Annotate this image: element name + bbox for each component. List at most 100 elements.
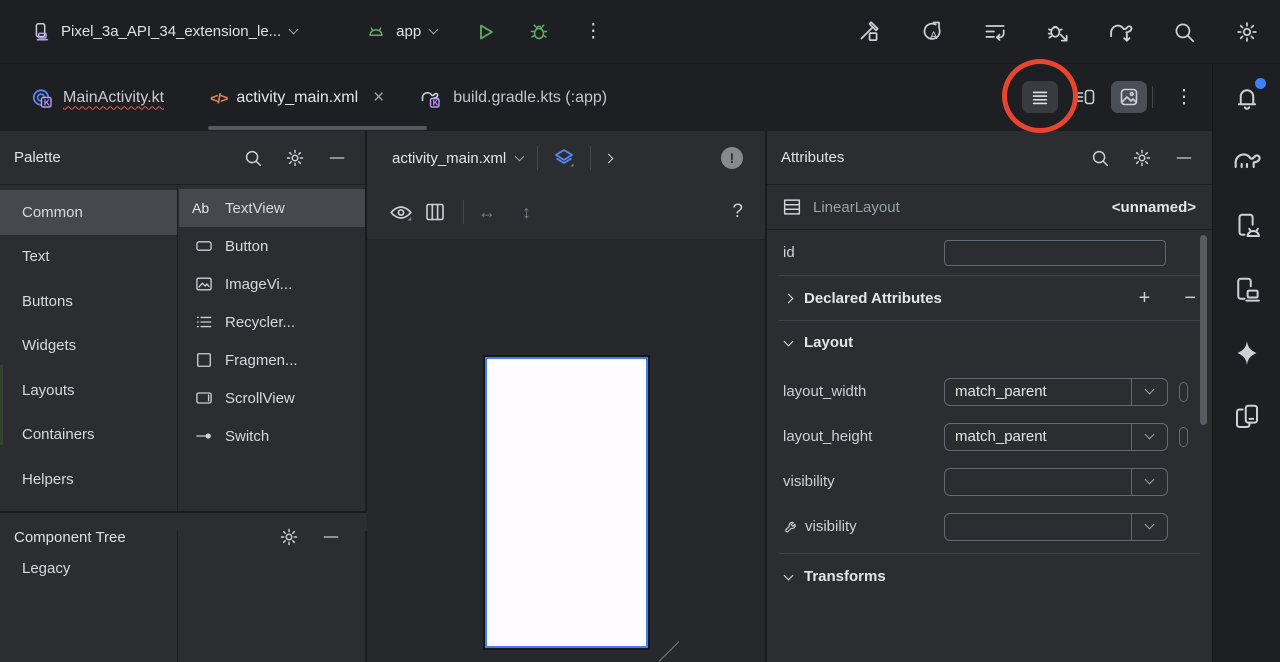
layout-section[interactable]: Layout bbox=[767, 321, 1212, 363]
search-everywhere-button[interactable] bbox=[1170, 18, 1198, 46]
palette-category-list: Common Text Buttons Widgets Layouts Cont… bbox=[0, 186, 178, 662]
palette-category-legacy[interactable]: Legacy bbox=[0, 546, 177, 591]
search-icon bbox=[242, 147, 264, 169]
settings-button[interactable] bbox=[1233, 18, 1261, 46]
resize-width-icon[interactable]: ↔ bbox=[478, 202, 496, 223]
run-configuration-selector[interactable]: app bbox=[365, 21, 437, 43]
palette-category-common[interactable]: Common bbox=[0, 190, 177, 235]
palette-search-button[interactable] bbox=[239, 144, 267, 172]
device-selector[interactable]: Pixel_3a_API_34_extension_le... bbox=[30, 21, 297, 43]
add-attribute-button[interactable]: + bbox=[1139, 288, 1151, 308]
tools-attribute-toggle[interactable] bbox=[1179, 427, 1188, 447]
attributes-scrollbar[interactable] bbox=[1200, 235, 1207, 425]
palette-category-helpers[interactable]: Helpers bbox=[0, 457, 177, 502]
dropdown-arrow[interactable] bbox=[1131, 469, 1167, 495]
run-button[interactable] bbox=[471, 18, 499, 46]
tools-attribute-toggle[interactable] bbox=[1179, 382, 1188, 402]
debug-button[interactable] bbox=[525, 18, 553, 46]
component-name-label: <unnamed> bbox=[1112, 199, 1196, 216]
gemini-button[interactable] bbox=[1229, 335, 1265, 371]
palette-item-scrollview[interactable]: ScrollView bbox=[179, 379, 365, 417]
columns-icon bbox=[423, 200, 447, 224]
wrench-icon bbox=[783, 518, 800, 535]
palette-category-containers[interactable]: Containers bbox=[0, 413, 177, 458]
attributes-search-button[interactable] bbox=[1086, 144, 1114, 172]
tab-mainactivity[interactable]: K MainActivity.kt bbox=[30, 64, 190, 131]
chevron-down-icon bbox=[784, 570, 794, 580]
palette-category-widgets[interactable]: Widgets bbox=[0, 324, 177, 369]
search-icon bbox=[1089, 147, 1111, 169]
issue-panel-button[interactable]: ! bbox=[721, 147, 743, 169]
design-file-selector[interactable]: activity_main.xml bbox=[392, 150, 506, 167]
linearlayout-icon bbox=[781, 196, 803, 218]
close-tab-icon[interactable]: × bbox=[373, 87, 384, 109]
attach-debugger-button[interactable] bbox=[1044, 18, 1072, 46]
layout-height-dropdown[interactable]: match_parent bbox=[944, 423, 1168, 451]
help-icon[interactable]: ? bbox=[732, 201, 743, 223]
component-tree-minimize-button[interactable] bbox=[317, 523, 345, 551]
dropdown-arrow[interactable] bbox=[1131, 514, 1167, 540]
palette-minimize-button[interactable] bbox=[323, 144, 351, 172]
run-configuration-label: app bbox=[396, 23, 421, 40]
palette-item-textview[interactable]: Ab TextView bbox=[179, 189, 365, 227]
attributes-minimize-button[interactable] bbox=[1170, 144, 1198, 172]
chevron-down-icon[interactable] bbox=[515, 151, 525, 161]
device-manager-button[interactable] bbox=[1229, 208, 1265, 244]
editor-more-options-button[interactable]: ⋮ bbox=[1172, 81, 1196, 113]
visibility-dropdown[interactable] bbox=[944, 468, 1168, 496]
apply-changes-button[interactable]: A bbox=[918, 18, 946, 46]
layout-preview-device[interactable] bbox=[485, 357, 648, 648]
palette-item-switch[interactable]: Switch bbox=[179, 417, 365, 455]
palette-header: Palette bbox=[0, 131, 365, 185]
palette-item-imageview[interactable]: ImageVi... bbox=[179, 265, 365, 303]
dropdown-arrow[interactable] bbox=[1131, 379, 1167, 405]
chevron-right-icon[interactable] bbox=[604, 153, 614, 163]
device-mirroring-button[interactable] bbox=[1229, 399, 1265, 435]
design-view-button[interactable] bbox=[1111, 81, 1147, 113]
layout-variants-icon[interactable] bbox=[552, 146, 576, 170]
orientation-variants-button[interactable] bbox=[421, 198, 449, 226]
palette-category-text[interactable]: Text bbox=[0, 235, 177, 280]
android-studio-window: Pixel_3a_API_34_extension_le... app bbox=[0, 0, 1280, 662]
more-actions-button[interactable]: ⋮ bbox=[579, 18, 607, 46]
build-button[interactable] bbox=[855, 18, 883, 46]
remove-attribute-button[interactable]: − bbox=[1184, 288, 1196, 308]
tab-activity-main-xml[interactable]: </> activity_main.xml × bbox=[210, 64, 398, 131]
main-toolbar: Pixel_3a_API_34_extension_le... app bbox=[0, 0, 1280, 64]
profiler-button[interactable] bbox=[981, 18, 1009, 46]
kebab-icon: ⋮ bbox=[584, 22, 603, 41]
palette-item-button[interactable]: Button bbox=[179, 227, 365, 265]
chevron-down-icon bbox=[784, 336, 794, 346]
id-input[interactable] bbox=[944, 240, 1166, 266]
attributes-options-button[interactable] bbox=[1128, 144, 1156, 172]
notifications-button[interactable] bbox=[1229, 80, 1265, 116]
transforms-section[interactable]: Transforms bbox=[767, 554, 1212, 598]
gradle-tool-window-button[interactable] bbox=[1229, 143, 1265, 179]
palette-category-buttons[interactable]: Buttons bbox=[0, 279, 177, 324]
tools-visibility-dropdown[interactable] bbox=[944, 513, 1168, 541]
attributes-header: Attributes bbox=[767, 131, 1212, 185]
tab-build-gradle[interactable]: K build.gradle.kts (:app) bbox=[418, 64, 607, 131]
running-devices-button[interactable] bbox=[1229, 272, 1265, 308]
resize-height-icon[interactable]: ↕ bbox=[522, 202, 531, 223]
recyclerview-icon bbox=[193, 312, 215, 332]
svg-text:K: K bbox=[433, 98, 439, 107]
tab-scrollbar-thumb[interactable] bbox=[208, 126, 427, 130]
declared-attributes-section[interactable]: Declared Attributes + − bbox=[767, 276, 1212, 320]
palette-options-button[interactable] bbox=[281, 144, 309, 172]
svg-text:A: A bbox=[930, 30, 938, 42]
palette-category-layouts[interactable]: Layouts bbox=[0, 368, 177, 413]
component-tree-options-button[interactable] bbox=[275, 523, 303, 551]
view-options-button[interactable] bbox=[387, 198, 415, 226]
gradle-sync-button[interactable] bbox=[1107, 18, 1135, 46]
gear-icon bbox=[1234, 19, 1260, 45]
gemini-star-icon bbox=[1232, 338, 1262, 368]
gear-icon bbox=[278, 526, 300, 548]
layout-width-dropdown[interactable]: match_parent bbox=[944, 378, 1168, 406]
dropdown-arrow[interactable] bbox=[1131, 424, 1167, 450]
switch-icon bbox=[193, 426, 215, 446]
palette-item-recyclerview[interactable]: Recycler... bbox=[179, 303, 365, 341]
running-devices-icon bbox=[1232, 275, 1262, 305]
palette-item-fragment[interactable]: Fragmen... bbox=[179, 341, 365, 379]
search-icon bbox=[1171, 19, 1197, 45]
